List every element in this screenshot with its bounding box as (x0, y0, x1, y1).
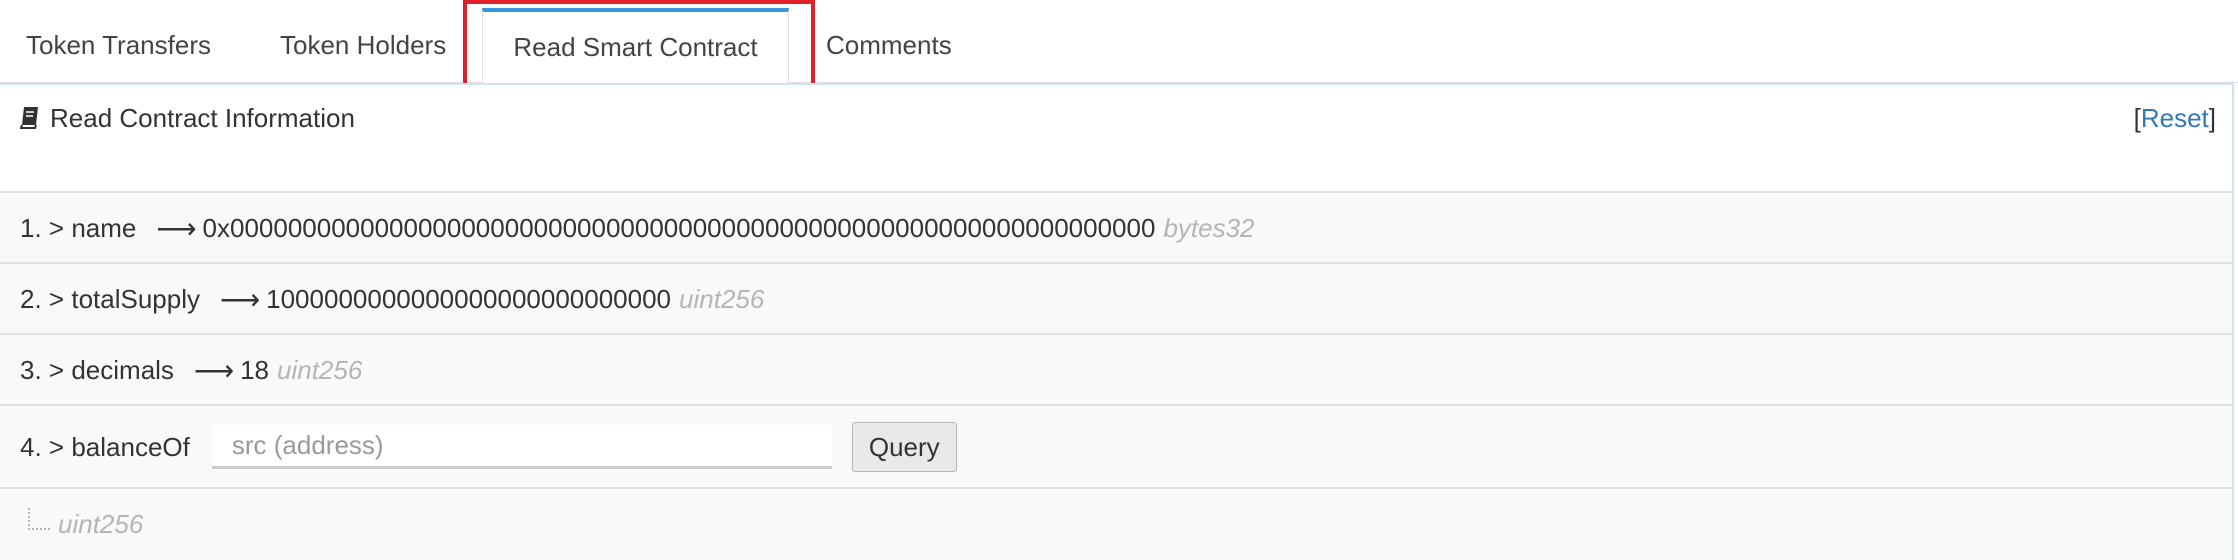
contract-row-name: 1. > name ⟶ 0x00000000000000000000000000… (0, 191, 2232, 263)
panel-title: Read Contract Information (20, 103, 355, 134)
row-value: 18 (240, 354, 269, 385)
tab-read-smart-contract[interactable]: Read Smart Contract (482, 8, 789, 83)
panel-title-text: Read Contract Information (50, 103, 355, 133)
tree-branch-icon (28, 507, 50, 530)
chevron-right-icon[interactable]: > (49, 284, 64, 315)
balanceof-result-row: uint256 (0, 487, 2232, 560)
row-value: 1000000000000000000000000000 (266, 283, 672, 314)
reset-bracket-open: [ (2133, 103, 2141, 133)
tab-bar: Token Transfers Token Holders Read Smart… (0, 0, 2238, 83)
query-button[interactable]: Query (851, 422, 957, 472)
row-method-name: decimals (71, 354, 174, 385)
reset-bracket-close: ] (2208, 103, 2216, 133)
row-index: 4. (20, 431, 42, 462)
reset-link[interactable]: Reset (2141, 103, 2209, 133)
contract-row-decimals: 3. > decimals ⟶ 18 uint256 (0, 333, 2232, 405)
row-method-name: totalSupply (71, 283, 200, 314)
result-type: uint256 (58, 509, 144, 539)
row-index: 3. (20, 354, 42, 385)
row-method-name: balanceOf (71, 431, 190, 462)
book-icon (20, 107, 38, 129)
arrow-right-icon: ⟶ (220, 283, 261, 315)
row-type: uint256 (679, 283, 765, 314)
row-index: 2. (20, 283, 42, 314)
chevron-right-icon[interactable]: > (49, 355, 64, 386)
row-type: bytes32 (1163, 212, 1255, 243)
reset-control: [Reset] (2134, 103, 2216, 134)
contract-row-balanceof: 4. > balanceOf Query (0, 404, 2232, 488)
chevron-right-icon[interactable]: > (49, 213, 64, 244)
tab-token-holders[interactable]: Token Holders (254, 8, 472, 82)
chevron-right-icon[interactable]: > (49, 432, 64, 463)
row-type: uint256 (277, 354, 363, 385)
tab-comments[interactable]: Comments (800, 8, 978, 82)
contract-row-totalsupply: 2. > totalSupply ⟶ 100000000000000000000… (0, 262, 2232, 334)
arrow-right-icon: ⟶ (156, 212, 197, 244)
arrow-right-icon: ⟶ (193, 354, 235, 386)
tab-token-transfers[interactable]: Token Transfers (0, 8, 237, 82)
row-value: 0x00000000000000000000000000000000000000… (202, 212, 1156, 243)
address-input[interactable] (211, 425, 832, 469)
row-index: 1. (20, 212, 42, 243)
row-method-name: name (71, 212, 137, 243)
